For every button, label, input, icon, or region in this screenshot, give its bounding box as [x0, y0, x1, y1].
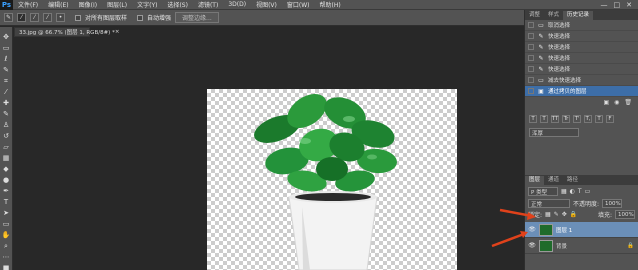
arrow-to-background	[491, 232, 525, 248]
arrow-to-layer-1	[499, 208, 533, 218]
annotation-arrows	[491, 208, 536, 248]
arrow-head-1	[527, 212, 536, 220]
